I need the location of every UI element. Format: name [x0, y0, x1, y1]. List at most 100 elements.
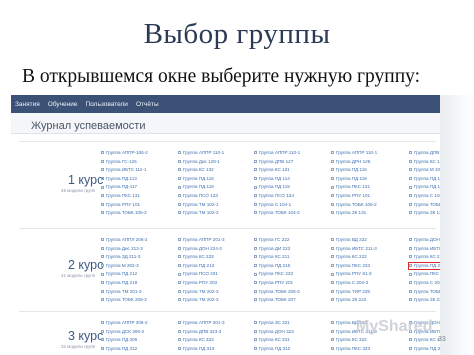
group-link[interactable]: Группа ПД 312 [101, 346, 137, 352]
group-link[interactable]: Группа АППР-106-2 [101, 150, 148, 156]
group-link[interactable]: Группа КС 322 [331, 337, 367, 343]
group-link[interactable]: Группа РПУ 203 [178, 280, 217, 286]
group-link[interactable]: Группа Дис 212-3 [101, 246, 143, 252]
group-link[interactable]: Группа КС 131 [254, 167, 290, 173]
group-link[interactable]: Группа ИБТС 211-3 [331, 246, 377, 252]
group-link[interactable]: Группа ГС 222 [254, 237, 289, 243]
group-link[interactable]: Группа ДПВ 323-3 [178, 329, 221, 335]
group-link[interactable]: Группа Дис 128-1 [178, 159, 220, 165]
group-link[interactable]: Группа ЗД 211-3 [101, 254, 140, 260]
group-link[interactable]: Группа ПСО 133 [178, 193, 218, 199]
group-link[interactable]: Группа ПД 218 [101, 280, 137, 286]
group-link[interactable]: Группа РПУ 81-3 [331, 271, 372, 277]
group-link[interactable]: Группа ТОБК 105-2 [331, 202, 377, 208]
group-link[interactable]: Группа ДОН 323 [254, 329, 294, 335]
nav-item-study[interactable]: Обучение [48, 101, 78, 108]
nav-item-reports[interactable]: Отчёты [136, 101, 159, 108]
group-link[interactable]: Группа ПКС 233 [331, 263, 370, 269]
group-link[interactable]: Группа КС 211 [409, 254, 440, 260]
group-link[interactable]: Группа АППР 110-1 [331, 150, 377, 156]
group-link[interactable]: Группа ТОБК 207 [254, 297, 296, 303]
group-link[interactable]: Группа ПСО 134 [254, 193, 294, 199]
group-link[interactable]: Группа АППР 301-3 [178, 320, 225, 326]
group-link[interactable]: Группа ДСК 306-3 [101, 329, 144, 335]
group-link[interactable]: Группа ПКС 333 [331, 346, 370, 352]
group-link[interactable]: Группа ПД-117 [101, 184, 137, 190]
group-link[interactable]: Группа ЗС 321 [254, 320, 290, 326]
group-link[interactable]: Группа ДОН 223 [409, 237, 440, 243]
group-link[interactable]: Группа ВД 222 [331, 237, 367, 243]
group-link[interactable]: Группа ДПВ 124 [409, 150, 440, 156]
group-link[interactable]: Группа ПД 213 [178, 263, 214, 269]
group-link[interactable]: Группа ТИР 225 [331, 289, 370, 295]
group-link[interactable]: Группа КС 233 [178, 254, 214, 260]
group-link[interactable]: Группа ПД 212 [101, 271, 137, 277]
group-link[interactable]: Группа ПД 115 [409, 176, 440, 182]
group-link[interactable]: Группа М 103-1 [409, 167, 440, 173]
group-link[interactable]: Группа ДОН 224-3 [178, 246, 222, 252]
group-link[interactable]: Группа ДИ 223 [254, 246, 290, 252]
group-link[interactable]: Группа ПД 306 [101, 337, 137, 343]
group-link[interactable]: Группа ТОБК 206-3 [254, 289, 300, 295]
group-link[interactable]: Группа ИБТС 211 [409, 246, 440, 252]
group-link[interactable]: Группа ЗК 132 [409, 210, 440, 216]
group-link[interactable]: Группа ТОБК 208-3 [101, 297, 147, 303]
group-link[interactable]: Группа КС 133 [409, 159, 440, 165]
group-link[interactable]: Группа ПД 116 [331, 176, 367, 182]
group-link[interactable]: Группа ПД 116 [331, 167, 367, 173]
group-link[interactable]: Группа ПД 215 [254, 263, 290, 269]
group-link[interactable]: Группа РПУ 101 [331, 193, 370, 199]
group-link[interactable]: Группа М 202-3 [101, 263, 139, 269]
group-link[interactable]: Группа ТМ 201-3 [101, 289, 142, 295]
group-link[interactable]: Группа ТОБК 105-1 [409, 202, 440, 208]
group-link[interactable]: Группа ТОБК 105-2 [101, 210, 147, 216]
group-link[interactable]: Группа ТМ 102-1 [178, 202, 219, 208]
group-link[interactable]: Группа ДПВ 127 [254, 159, 293, 165]
group-link[interactable]: Группа ПКС 233 [409, 271, 440, 277]
group-link[interactable]: Группа КС 132 [178, 167, 214, 173]
group-link[interactable]: Группа КС 311 [409, 337, 440, 343]
group-link[interactable]: Группа ЗК 222 [331, 297, 366, 303]
group-link[interactable]: Группа ДРН 125 [331, 159, 370, 165]
group-link[interactable]: Группа ЗК 229 [409, 297, 440, 303]
group-link[interactable]: Группа ИБТС 111-1 [101, 167, 146, 173]
group-link[interactable]: Группа ТМ 102-2 [178, 210, 219, 216]
group-link[interactable]: Группа ПД 116 [178, 176, 214, 182]
group-link[interactable]: Группа ПД 119 [254, 184, 290, 190]
group-link[interactable]: Группа ТМ 202-3 [178, 289, 219, 295]
group-link[interactable]: Группа ПКС 233 [254, 271, 293, 277]
group-link[interactable]: Группа С 104-1 [254, 202, 291, 208]
group-link[interactable]: Группа ПД 119 [178, 184, 214, 190]
group-link[interactable]: Группа АППР 201-3 [178, 237, 225, 243]
group-link[interactable]: Группа КС 222 [331, 254, 367, 260]
group-link[interactable]: Группа КС 333 [178, 337, 214, 343]
group-link[interactable]: Группа С 204-3 [409, 280, 440, 286]
group-link[interactable]: Группа ПКС 131 [101, 193, 140, 199]
group-link[interactable]: Группа ПД 113 [101, 176, 137, 182]
group-link[interactable]: Группа ПСО 231 [178, 271, 218, 277]
nav-item-lessons[interactable]: Занятия [15, 101, 40, 108]
group-link[interactable]: Группа АППР 110-1 [254, 150, 300, 156]
group-link[interactable]: Группа ТМ 202-3 [178, 297, 219, 303]
group-link[interactable]: Группа ПД 114 [254, 176, 290, 182]
group-link[interactable]: Группа ЗК 131 [331, 210, 366, 216]
group-link[interactable]: Группа КС 331 [254, 337, 290, 343]
group-link[interactable]: Группа ТОБК 205-3 [409, 289, 440, 295]
group-link[interactable]: Группа РПУ 101 [101, 202, 140, 208]
group-link[interactable]: Группа ПД 118 [409, 184, 440, 190]
group-link[interactable]: Группа РПУ 201 [254, 280, 293, 286]
group-link[interactable]: Группа С 204-3 [331, 280, 368, 286]
group-link[interactable]: Группа ПКС 131 [331, 184, 370, 190]
group-link[interactable]: Группа ПД 313 [409, 346, 440, 352]
nav-item-users[interactable]: Пользователи [86, 101, 128, 108]
group-link[interactable]: Группа КС 211 [254, 254, 289, 260]
group-link[interactable]: Группа ТОБК 104-2 [254, 210, 300, 216]
group-link[interactable]: Группа С 104-1 [409, 193, 440, 199]
group-link[interactable]: Группа АППЛ 206-2 [101, 237, 148, 243]
group-link-selected[interactable]: Группа ПД 213 [407, 261, 440, 270]
group-link[interactable]: Группа ГС-126 [101, 159, 137, 165]
group-link[interactable]: Группа ПД 313 [178, 346, 214, 352]
group-link[interactable]: Группа АППР 306-2 [101, 320, 148, 326]
group-link[interactable]: Группа ПД 312 [254, 346, 290, 352]
group-link[interactable]: Группа АППР 110-1 [178, 150, 224, 156]
